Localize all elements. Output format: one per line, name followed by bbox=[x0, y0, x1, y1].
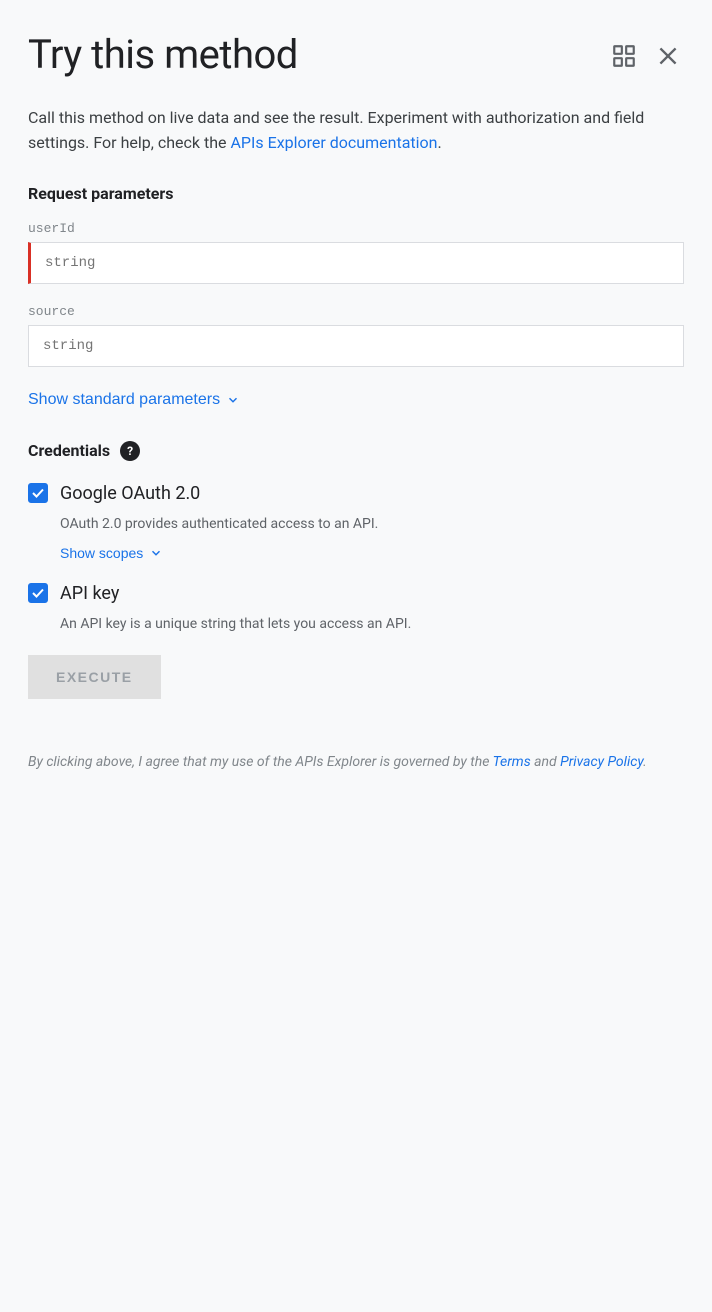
description-text: Call this method on live data and see th… bbox=[28, 106, 684, 156]
expand-button[interactable] bbox=[608, 40, 640, 72]
google-oauth-row: Google OAuth 2.0 bbox=[28, 483, 684, 504]
api-key-description: An API key is a unique string that lets … bbox=[60, 614, 684, 635]
execute-section: EXECUTE bbox=[28, 655, 684, 727]
checkmark-icon-2 bbox=[31, 586, 45, 600]
google-oauth-name: Google OAuth 2.0 bbox=[60, 483, 200, 504]
close-button[interactable] bbox=[652, 40, 684, 72]
request-parameters-title: Request parameters bbox=[28, 184, 684, 203]
apis-explorer-link[interactable]: APIs Explorer documentation bbox=[230, 133, 437, 152]
userid-label: userId bbox=[28, 221, 684, 236]
request-parameters-section: Request parameters userId source bbox=[28, 184, 684, 367]
api-key-credential: API key An API key is a unique string th… bbox=[28, 583, 684, 635]
show-standard-params-label: Show standard parameters bbox=[28, 391, 220, 409]
checkmark-icon bbox=[31, 486, 45, 500]
source-input[interactable] bbox=[28, 325, 684, 367]
source-field-group: source bbox=[28, 304, 684, 367]
credentials-header: Credentials ? bbox=[28, 441, 684, 461]
source-label: source bbox=[28, 304, 684, 319]
api-key-checkbox[interactable] bbox=[28, 583, 48, 603]
api-key-row: API key bbox=[28, 583, 684, 604]
credentials-title: Credentials bbox=[28, 441, 110, 460]
panel-title: Try this method bbox=[28, 32, 298, 78]
credentials-help-icon[interactable]: ? bbox=[120, 441, 140, 461]
userid-input[interactable] bbox=[28, 242, 684, 284]
execute-button[interactable]: EXECUTE bbox=[28, 655, 161, 699]
footer-text: By clicking above, I agree that my use o… bbox=[28, 751, 684, 773]
userid-field-group: userId bbox=[28, 221, 684, 284]
google-oauth-description: OAuth 2.0 provides authenticated access … bbox=[60, 514, 684, 535]
api-key-name: API key bbox=[60, 583, 119, 604]
google-oauth-checkbox[interactable] bbox=[28, 483, 48, 503]
show-standard-params-button[interactable]: Show standard parameters bbox=[28, 387, 240, 413]
show-scopes-button[interactable]: Show scopes bbox=[60, 543, 163, 563]
try-method-panel: Try this method Call this method on live… bbox=[0, 0, 712, 1312]
expand-icon bbox=[611, 43, 637, 69]
credentials-section: Credentials ? Google OAuth 2.0 OAuth 2.0… bbox=[28, 441, 684, 635]
panel-header: Try this method bbox=[28, 32, 684, 78]
header-icons bbox=[608, 40, 684, 72]
google-oauth-credential: Google OAuth 2.0 OAuth 2.0 provides auth… bbox=[28, 483, 684, 563]
privacy-link[interactable]: Privacy Policy bbox=[560, 754, 643, 770]
terms-link[interactable]: Terms bbox=[493, 754, 531, 770]
chevron-down-icon bbox=[226, 393, 240, 407]
show-scopes-label: Show scopes bbox=[60, 545, 143, 561]
close-icon bbox=[655, 43, 681, 69]
scopes-chevron-icon bbox=[149, 546, 163, 560]
